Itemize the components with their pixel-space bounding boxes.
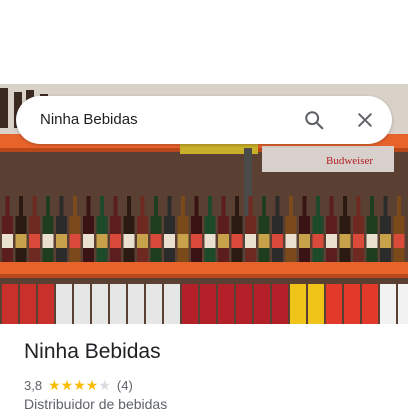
- star-icon: ★: [60, 377, 74, 393]
- place-category: Distribuidor de bebidas: [24, 396, 168, 412]
- close-button[interactable]: [347, 102, 383, 138]
- review-count[interactable]: (4): [117, 378, 133, 393]
- close-icon: [358, 113, 372, 127]
- budweiser-sign: Budweiser: [326, 155, 373, 167]
- search-bar[interactable]: Ninha Bebidas: [16, 96, 392, 144]
- rating-value: 3,8: [24, 377, 43, 393]
- rating-row[interactable]: 3,8 ★ ★ ★ ★ ★ (4): [24, 376, 133, 394]
- star-icon: ★: [85, 377, 99, 393]
- star-icon: ★: [98, 377, 111, 393]
- rating-stars: ★ ★ ★ ★ ★: [48, 378, 111, 392]
- search-button[interactable]: [296, 102, 332, 138]
- search-icon: [305, 111, 324, 130]
- star-icon: ★: [73, 377, 86, 393]
- place-title[interactable]: Ninha Bebidas: [24, 340, 161, 364]
- search-input[interactable]: Ninha Bebidas: [40, 96, 138, 144]
- star-icon: ★: [48, 377, 61, 393]
